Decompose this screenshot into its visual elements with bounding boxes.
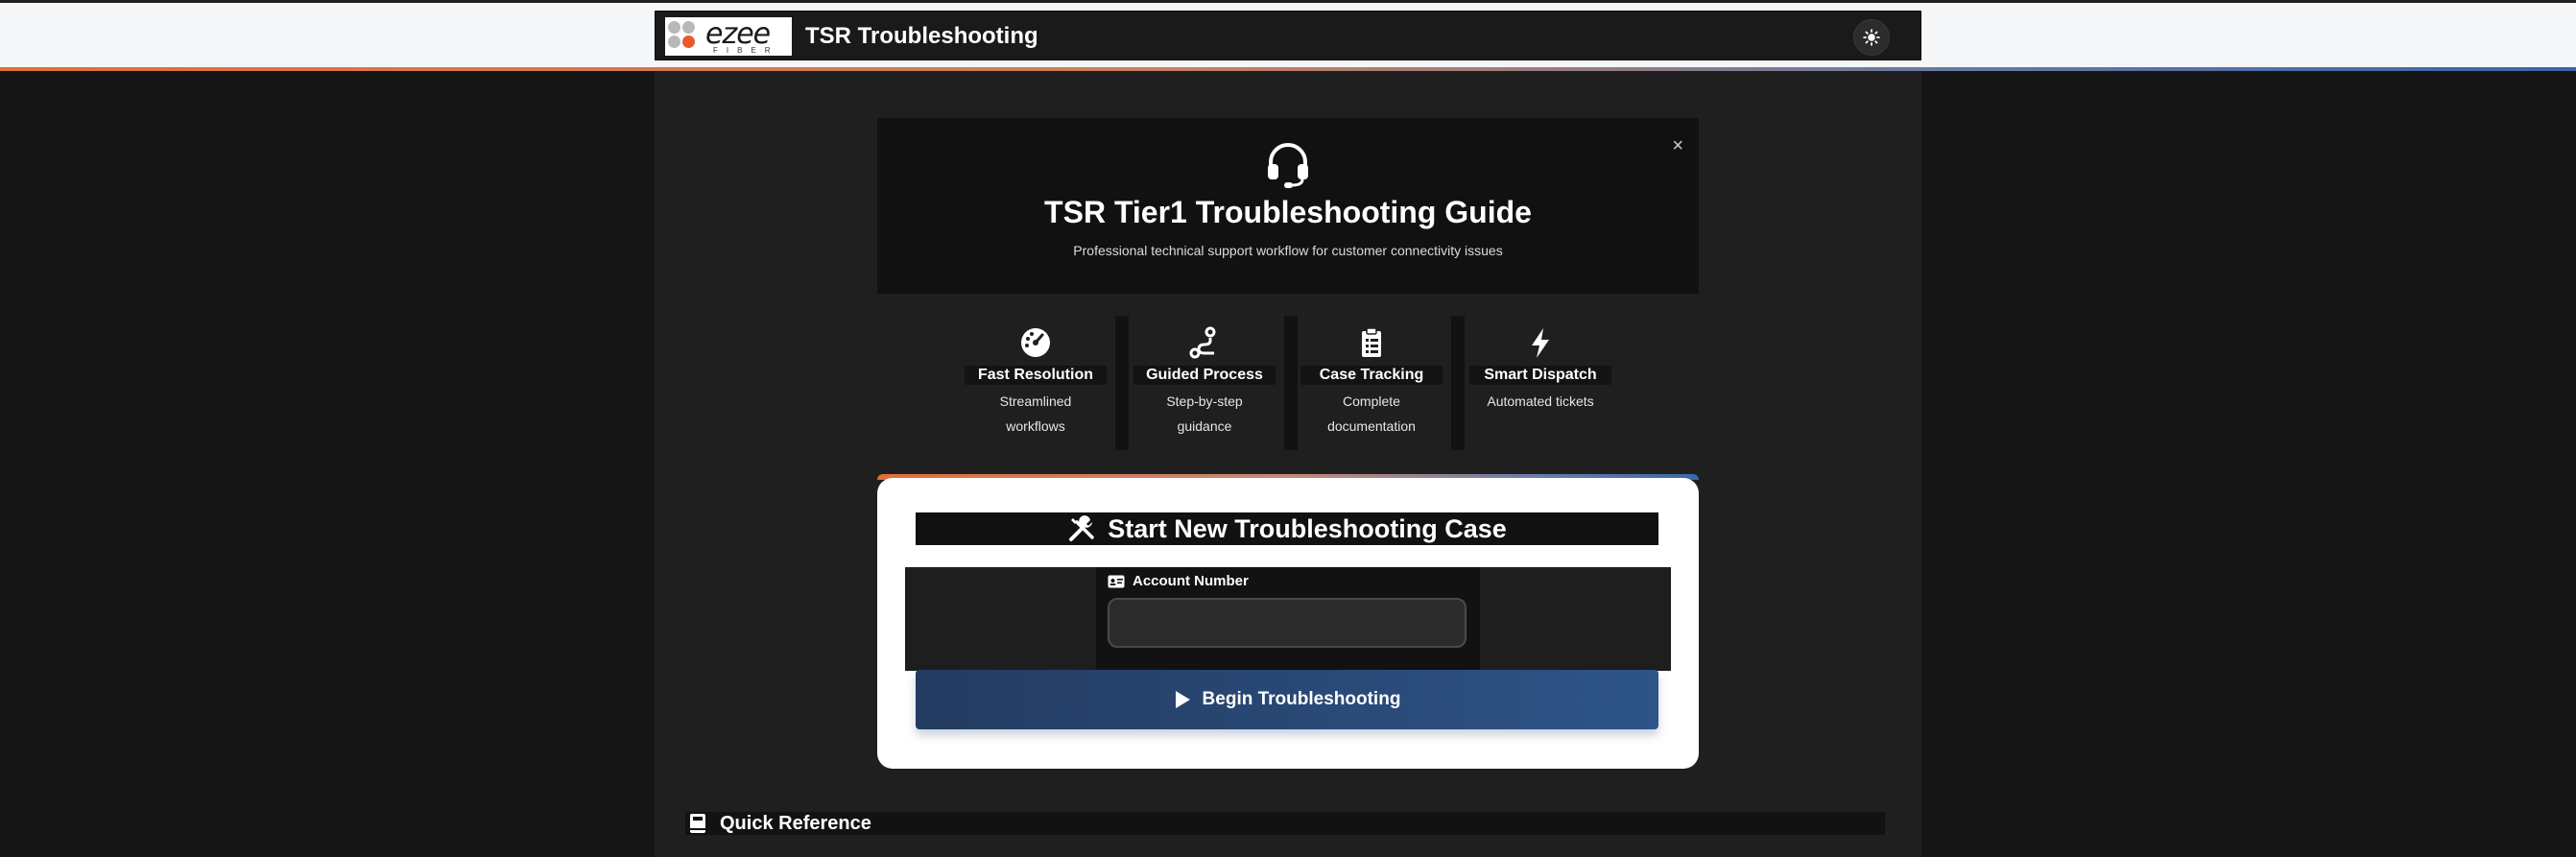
begin-troubleshooting-button[interactable]: Begin Troubleshooting <box>916 670 1658 729</box>
new-case-card: Start New Troubleshooting Case Account N… <box>877 478 1699 769</box>
route-icon <box>1189 326 1216 359</box>
account-number-input[interactable] <box>1108 598 1467 648</box>
gauge-icon <box>1021 328 1050 357</box>
feature-description: Streamlined workflows <box>999 393 1072 434</box>
feature-fast-resolution: Fast Resolution Streamlined workflows <box>960 316 1111 454</box>
feature-description: Automated tickets <box>1487 393 1594 409</box>
book-icon <box>690 814 705 833</box>
case-card-header: Start New Troubleshooting Case <box>916 512 1658 545</box>
account-number-label-text: Account Number <box>1133 573 1249 589</box>
guide-title: TSR Tier1 Troubleshooting Guide <box>1044 195 1532 229</box>
id-card-icon <box>1108 575 1125 587</box>
clipboard-icon <box>1362 327 1381 357</box>
feature-title: Smart Dispatch <box>1469 366 1611 385</box>
feature-list: Fast Resolution Streamlined workflows Gu… <box>960 316 1622 454</box>
account-number-label: Account Number <box>1108 573 1249 589</box>
feature-title: Fast Resolution <box>965 366 1107 385</box>
case-card-title: Start New Troubleshooting Case <box>1108 513 1507 543</box>
feature-description: Complete documentation <box>1327 393 1416 434</box>
app-header: ezee FIBER TSR Troubleshooting <box>655 11 1921 60</box>
quick-reference-section[interactable]: Quick Reference <box>685 812 1885 835</box>
logo-dots <box>668 21 706 54</box>
feature-description: Step-by-step guidance <box>1166 393 1243 434</box>
feature-case-tracking: Case Tracking Complete documentation <box>1296 316 1447 454</box>
play-icon <box>1175 691 1190 708</box>
logo-subtext: FIBER <box>713 46 779 55</box>
feature-divider <box>1451 316 1465 450</box>
main-content: × TSR Tier1 Troubleshooting Guide Profes… <box>655 71 1921 857</box>
begin-troubleshooting-label: Begin Troubleshooting <box>1202 689 1401 709</box>
feature-divider <box>1115 316 1129 450</box>
guide-subtitle: Professional technical support workflow … <box>1073 243 1503 258</box>
theme-toggle-button[interactable] <box>1853 19 1890 56</box>
headset-icon <box>1268 143 1308 188</box>
feature-guided-process: Guided Process Step-by-step guidance <box>1129 316 1280 454</box>
feature-title: Case Tracking <box>1300 366 1443 385</box>
tools-icon <box>1069 515 1094 541</box>
dismiss-banner-button[interactable]: × <box>1672 135 1683 157</box>
welcome-banner: × TSR Tier1 Troubleshooting Guide Profes… <box>877 118 1699 294</box>
app-title: TSR Troubleshooting <box>805 23 1038 49</box>
ezee-fiber-logo: ezee FIBER <box>665 17 792 56</box>
form-row: Account Number <box>905 567 1671 671</box>
account-number-group: Account Number <box>1096 567 1480 671</box>
sun-icon <box>1863 29 1880 46</box>
feature-title: Guided Process <box>1133 366 1276 385</box>
bolt-icon <box>1532 328 1549 358</box>
quick-reference-title: Quick Reference <box>720 812 871 834</box>
feature-smart-dispatch: Smart Dispatch Automated tickets <box>1465 316 1616 454</box>
